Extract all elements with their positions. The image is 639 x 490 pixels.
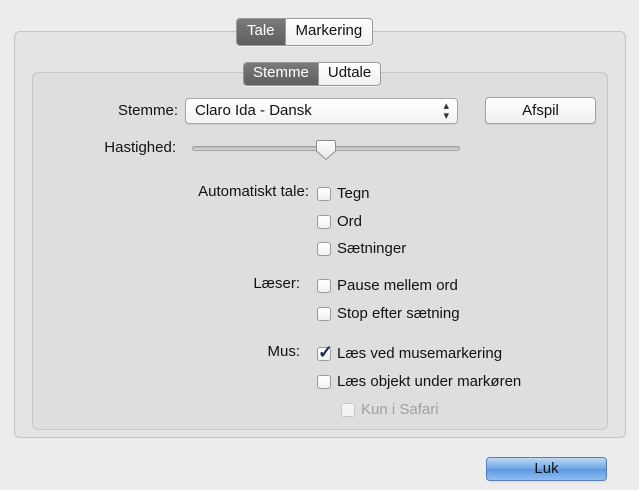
checkbox-tegn[interactable]: Tegn (317, 185, 370, 202)
tab-udtale[interactable]: Udtale (317, 63, 380, 85)
voice-popup-value: Claro Ida - Dansk (195, 102, 312, 119)
auto-speak-label: Automatiskt tale: (198, 183, 309, 200)
checkbox-pause-mellem-ord[interactable]: Pause mellem ord (317, 277, 458, 294)
checkmark-icon: ✓ (318, 341, 334, 362)
checkbox-label: Pause mellem ord (337, 277, 458, 294)
checkbox-saetninger[interactable]: Sætninger (317, 240, 406, 257)
checkbox-box[interactable] (317, 278, 331, 293)
mouse-label: Mus: (267, 343, 300, 360)
checkbox-box[interactable]: ✓ (317, 342, 333, 362)
checkbox-label: Læs objekt under markøren (337, 373, 522, 390)
slider-thumb-icon (316, 140, 336, 161)
checkbox-label: Stop efter sætning (337, 305, 460, 322)
updown-arrows-icon: ▴ ▾ (443, 100, 449, 122)
voice-label: Stemme: (117, 102, 178, 119)
checkbox-box (341, 402, 355, 417)
play-button[interactable]: Afspil (485, 97, 596, 124)
top-tab-bar: Tale Markering (236, 18, 374, 46)
checkbox-label: Tegn (337, 185, 370, 202)
checkbox-label: Ord (337, 213, 363, 230)
reader-label: Læser: (253, 275, 300, 292)
checkbox-ord[interactable]: Ord (317, 213, 362, 230)
sub-tab-bar: Stemme Udtale (243, 62, 382, 86)
checkbox-label: Sætninger (337, 240, 407, 257)
tab-markering[interactable]: Markering (284, 19, 373, 45)
checkbox-kun-i-safari: Kun i Safari (341, 401, 439, 418)
checkbox-box[interactable] (317, 306, 331, 321)
speed-label: Hastighed: (104, 139, 176, 156)
checkbox-box[interactable] (317, 241, 331, 256)
checkbox-laes-ved-musemarkering[interactable]: ✓ Læs ved musemarkering (317, 342, 503, 362)
checkbox-label: Læs ved musemarkering (337, 345, 503, 362)
checkbox-laes-objekt-under-markoeren[interactable]: Læs objekt under markøren (317, 373, 521, 390)
close-button[interactable]: Luk (486, 457, 607, 481)
tab-stemme[interactable]: Stemme (244, 63, 318, 85)
tab-tale[interactable]: Tale (237, 19, 285, 45)
speed-slider-thumb[interactable] (315, 139, 337, 161)
checkbox-stop-efter-saetning[interactable]: Stop efter sætning (317, 305, 460, 322)
checkbox-box[interactable] (317, 374, 331, 389)
checkbox-box[interactable] (317, 186, 331, 201)
checkbox-label: Kun i Safari (361, 401, 439, 418)
checkbox-box[interactable] (317, 214, 331, 229)
voice-popup[interactable]: Claro Ida - Dansk ▴ ▾ (185, 98, 458, 124)
